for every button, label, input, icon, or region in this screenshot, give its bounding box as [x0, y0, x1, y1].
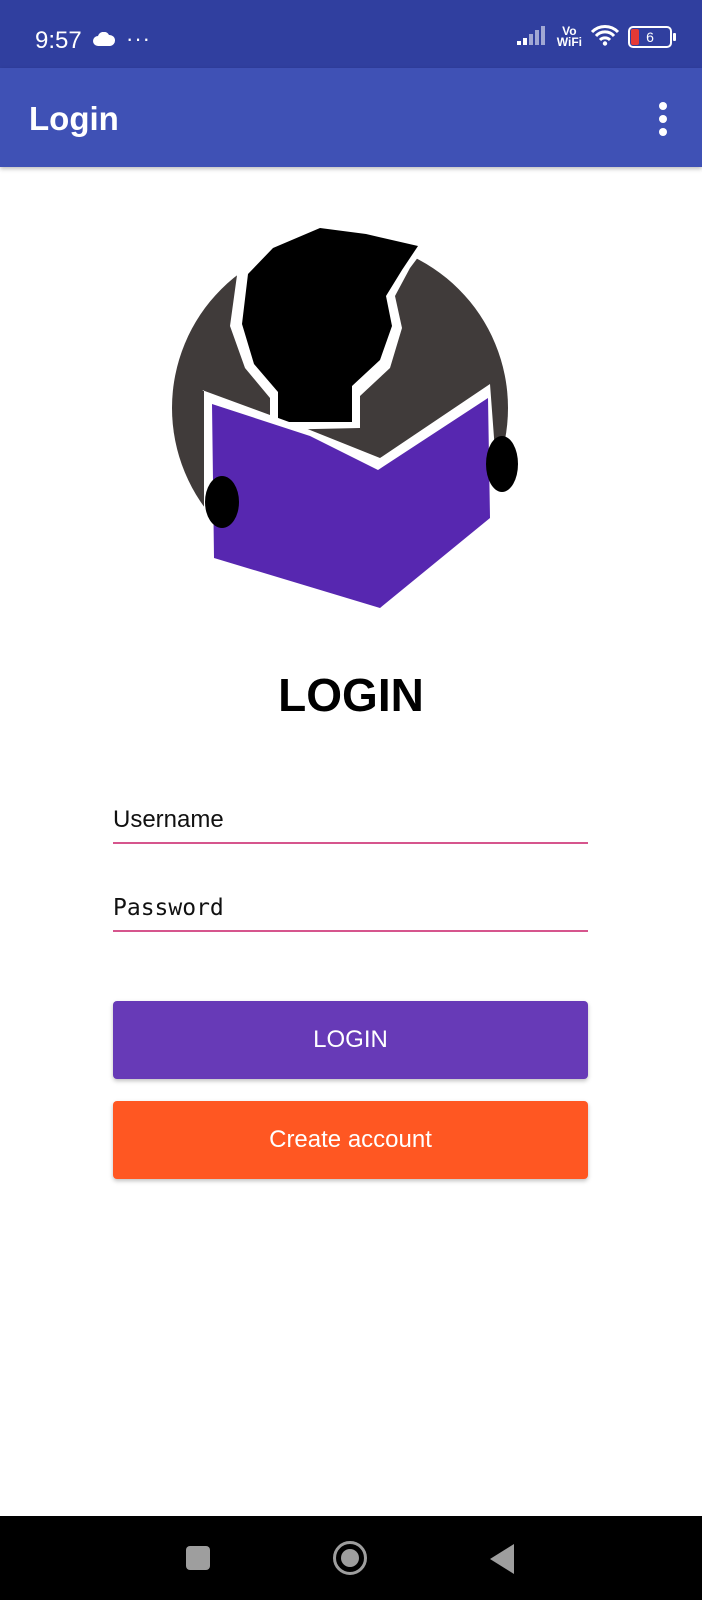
- password-input[interactable]: [113, 888, 588, 928]
- status-time: 9:57: [35, 27, 82, 54]
- login-button[interactable]: LOGIN: [113, 1001, 588, 1079]
- wifi-icon: [590, 24, 620, 51]
- signal-icon: [516, 24, 549, 51]
- back-icon[interactable]: [490, 1544, 514, 1574]
- menu-dot: [659, 115, 667, 123]
- app-title: Login: [29, 100, 119, 137]
- vowifi-label: Vo WiFi: [556, 25, 582, 49]
- cloud-icon: [92, 31, 116, 51]
- app-bar: Login: [0, 68, 702, 167]
- home-icon[interactable]: [333, 1541, 367, 1575]
- vowifi-bottom: WiFi: [556, 35, 582, 49]
- more-notifications-icon: ···: [126, 26, 151, 51]
- password-field-wrapper: [113, 888, 588, 932]
- overflow-menu-icon[interactable]: [656, 102, 670, 136]
- reader-logo-icon: [170, 208, 530, 616]
- username-field-wrapper: [113, 800, 588, 844]
- create-account-button[interactable]: Create account: [113, 1101, 588, 1179]
- battery-level: 6: [646, 29, 654, 45]
- navigation-bar: [0, 1516, 702, 1600]
- username-input[interactable]: [113, 800, 588, 840]
- status-bar: 9:57 ··· Vo WiFi 6: [0, 0, 702, 68]
- recents-icon[interactable]: [186, 1546, 210, 1570]
- battery-icon: 6: [628, 26, 676, 48]
- login-heading: LOGIN: [278, 669, 424, 721]
- status-indicators: Vo WiFi 6: [516, 22, 676, 52]
- menu-dot: [659, 128, 667, 136]
- menu-dot: [659, 102, 667, 110]
